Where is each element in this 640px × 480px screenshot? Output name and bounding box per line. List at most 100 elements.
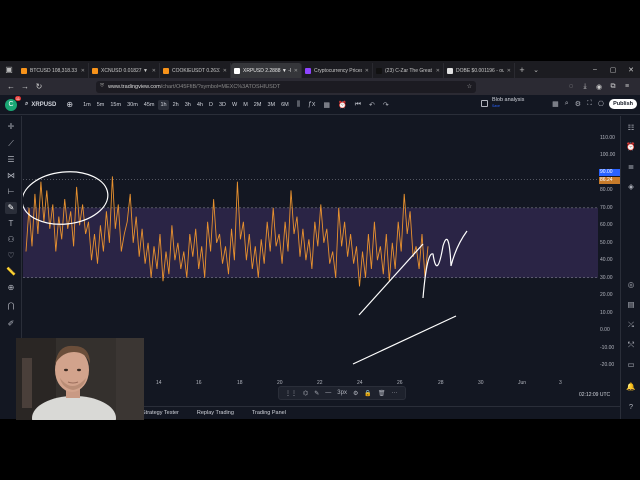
fullscreen-icon[interactable]: ⛶ xyxy=(587,100,592,108)
back-icon[interactable]: ← xyxy=(4,82,18,91)
interval-W[interactable]: W xyxy=(230,100,239,110)
tab-3[interactable]: XRPUSD 2.2888 ▼ -0. ✕ xyxy=(231,63,302,78)
tab-2[interactable]: COOKIEUSDT 0.2631 - ✕ xyxy=(160,63,231,78)
close-tab-icon[interactable]: ✕ xyxy=(223,68,227,74)
interval-30m[interactable]: 30m xyxy=(125,100,140,110)
interval-4h[interactable]: 4h xyxy=(195,100,205,110)
patterns-icon[interactable]: ⚇ xyxy=(5,234,17,246)
download-icon[interactable]: ⤓ xyxy=(580,83,590,91)
search-icon[interactable]: ⌕ xyxy=(565,100,569,108)
forward-icon[interactable]: → xyxy=(18,82,32,91)
watchlist-icon[interactable]: ☷ xyxy=(625,123,637,132)
projection-icon[interactable]: ⊢ xyxy=(5,186,17,198)
template-icon[interactable]: ⌬ xyxy=(303,390,308,397)
menu-icon[interactable]: ≡ xyxy=(622,83,632,91)
compare-symbol-icon[interactable]: ⊕ xyxy=(66,100,73,109)
tab-4[interactable]: Cryptocurrency Prices ✕ xyxy=(302,63,373,78)
replay-icon[interactable]: ⏮ xyxy=(355,101,361,109)
close-tab-icon[interactable]: ✕ xyxy=(507,68,511,74)
tab-0[interactable]: BTCUSD 108,318.33 ▼✕ xyxy=(18,63,89,78)
tab-1[interactable]: XCNUSD 0.01827 ▼ - ✕ xyxy=(89,63,160,78)
extensions-icon[interactable]: ⧉ xyxy=(608,83,618,91)
interval-2M[interactable]: 2M xyxy=(252,100,264,110)
blob-checkbox[interactable] xyxy=(481,99,488,107)
ideas-icon[interactable]: ⤯ xyxy=(625,320,637,330)
interval-1m[interactable]: 1m xyxy=(81,100,93,110)
settings-icon[interactable]: ⚙ xyxy=(353,390,358,397)
tab-list-icon[interactable]: ▣ xyxy=(0,61,18,78)
streams-icon[interactable]: ⤲ xyxy=(625,340,637,350)
minimize-icon[interactable]: – xyxy=(586,66,604,74)
drag-handle-icon[interactable]: ⋮⋮ xyxy=(285,390,297,397)
grid-icon[interactable]: ▦ xyxy=(552,100,559,108)
brush-icon[interactable]: ✎ xyxy=(5,202,17,214)
layout-icon[interactable]: ▦ xyxy=(323,101,330,109)
settings-icon[interactable]: ⚙ xyxy=(575,100,581,108)
interval-D[interactable]: D xyxy=(207,100,215,110)
interval-15m[interactable]: 15m xyxy=(108,100,123,110)
data-window-icon[interactable]: ≣ xyxy=(625,162,637,171)
line-weight-value[interactable]: 3px xyxy=(337,390,347,396)
line-weight-icon[interactable]: — xyxy=(325,390,331,396)
tab-trading-panel[interactable]: Trading Panel xyxy=(252,410,286,416)
color-icon[interactable]: ✎ xyxy=(314,390,319,397)
interval-1h[interactable]: 1h xyxy=(158,99,169,110)
tab-6[interactable]: DOBE $0.001196 - ou ✕ xyxy=(444,63,515,78)
layers-icon[interactable]: ◈ xyxy=(625,182,637,191)
zoom-icon[interactable]: ⊕ xyxy=(5,282,17,294)
crosshair-icon[interactable]: ✛ xyxy=(5,121,17,133)
close-tab-icon[interactable]: ✕ xyxy=(152,68,156,74)
interval-3D[interactable]: 3D xyxy=(217,100,228,110)
heart-icon[interactable]: ♡ xyxy=(5,250,17,262)
new-tab-icon[interactable]: + xyxy=(515,65,529,75)
camera-icon[interactable]: ⎔ xyxy=(598,100,604,108)
alert-icon[interactable]: ⏰ xyxy=(338,101,347,109)
magnet-icon[interactable]: ⋂ xyxy=(5,300,17,312)
more-icon[interactable]: ··· xyxy=(391,390,397,396)
lock-drawing-icon[interactable]: ✐ xyxy=(5,318,17,330)
alerts-icon[interactable]: ⏰ xyxy=(625,142,637,151)
help-icon[interactable]: ? xyxy=(625,402,637,411)
bookmark-star-icon[interactable]: ☆ xyxy=(467,83,472,90)
fib-icon[interactable]: ☰ xyxy=(5,154,17,166)
candle-style-icon[interactable]: ⫼ xyxy=(297,101,300,109)
tab-strategy-tester[interactable]: Strategy Tester xyxy=(142,410,179,416)
target-icon[interactable]: ◎ xyxy=(625,280,637,289)
chat-icon[interactable]: ▭ xyxy=(625,360,637,369)
close-tab-icon[interactable]: ✕ xyxy=(436,68,440,74)
interval-5m[interactable]: 5m xyxy=(95,100,107,110)
text-icon[interactable]: T xyxy=(5,218,17,230)
interval-3h[interactable]: 3h xyxy=(183,100,193,110)
account-icon[interactable]: ◉ xyxy=(594,83,604,91)
interval-M[interactable]: M xyxy=(241,100,250,110)
avatar[interactable]: C 11 xyxy=(5,95,21,111)
blob-analysis-toggle[interactable]: Blob analysis Save xyxy=(481,97,524,109)
trend-line-icon[interactable]: ⟋ xyxy=(5,138,17,150)
close-tab-icon[interactable]: ✕ xyxy=(365,68,369,74)
interval-2h[interactable]: 2h xyxy=(171,100,181,110)
trash-icon[interactable]: 🗑 xyxy=(378,390,386,397)
symbol-search[interactable]: ⌕ XRPUSD xyxy=(25,101,56,108)
notifications-icon[interactable]: 🔔 xyxy=(625,382,637,391)
tab-5[interactable]: (23) C-Zar The Great (✕ xyxy=(373,63,444,78)
close-tab-icon[interactable]: ✕ xyxy=(294,68,298,74)
publish-button[interactable]: Publish xyxy=(609,99,637,109)
maximize-icon[interactable]: ▢ xyxy=(604,66,622,74)
address-bar[interactable]: ⛨ www.tradingview.com/chart/O45FfiB/?sym… xyxy=(96,80,476,93)
interval-3M[interactable]: 3M xyxy=(265,100,277,110)
indicators-icon[interactable]: ƒx xyxy=(308,101,315,109)
pocket-icon[interactable]: ◌ xyxy=(566,83,576,91)
reload-icon[interactable]: ↻ xyxy=(32,82,46,91)
calendar-icon[interactable]: ▤ xyxy=(625,300,637,309)
undo-icon[interactable]: ↶ xyxy=(369,101,375,109)
close-window-icon[interactable]: ✕ xyxy=(622,66,640,74)
ruler-icon[interactable]: 📏 xyxy=(5,266,17,278)
redo-icon[interactable]: ↷ xyxy=(383,101,389,109)
close-tab-icon[interactable]: ✕ xyxy=(81,68,85,74)
lock-icon[interactable]: 🔒 xyxy=(364,390,371,397)
interval-45m[interactable]: 45m xyxy=(142,100,157,110)
interval-6M[interactable]: 6M xyxy=(279,100,291,110)
chevron-down-icon[interactable]: ⌄ xyxy=(529,66,543,74)
tab-replay-trading[interactable]: Replay Trading xyxy=(197,410,234,416)
pattern-icon[interactable]: ⋈ xyxy=(5,170,17,182)
